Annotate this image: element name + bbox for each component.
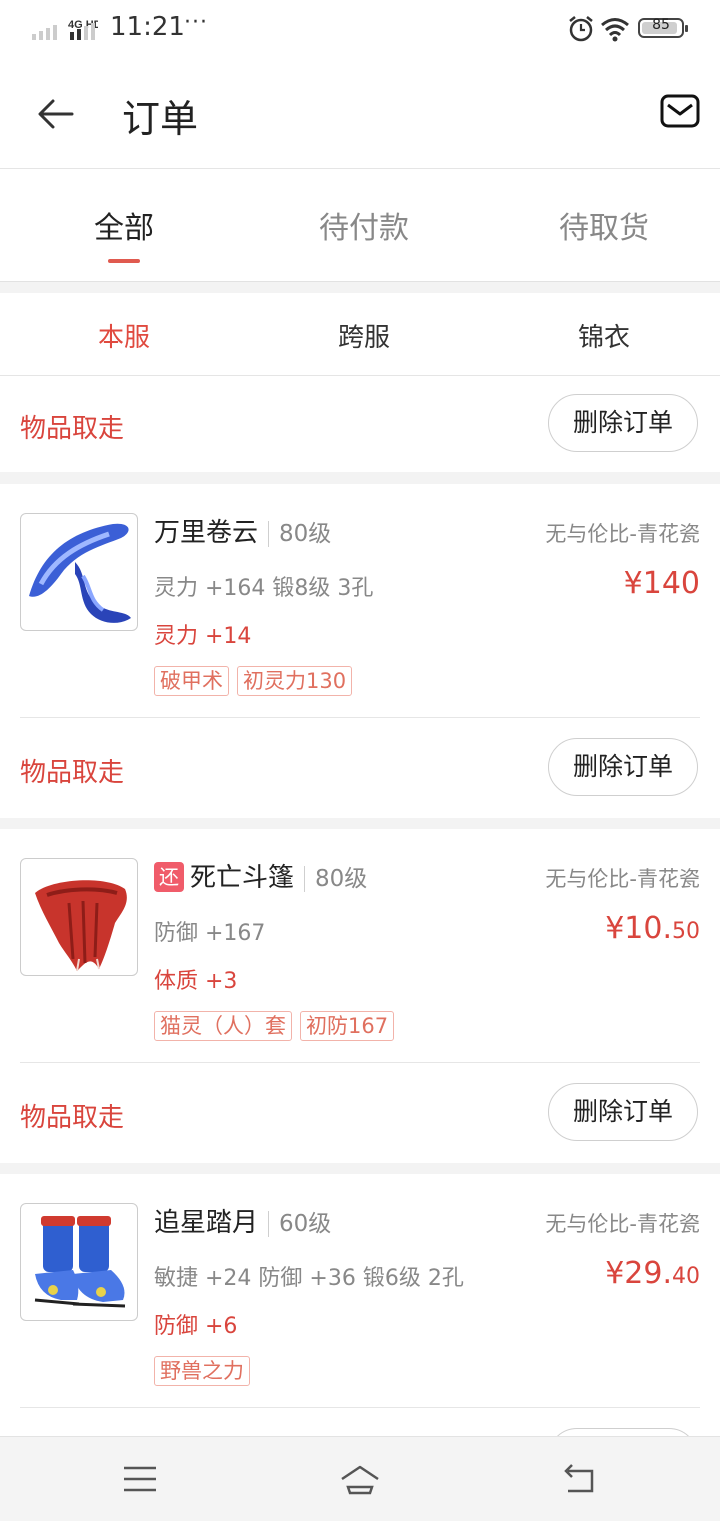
mail-icon[interactable] [660,94,700,128]
item-level: 80级 [304,866,368,892]
item-tag: 猫灵（人）套 [154,1011,292,1041]
item-tags: 猫灵（人）套 初防167 [154,1011,402,1041]
item-attributes: 防御 +167 [154,921,266,946]
subtab-costume[interactable]: 锦衣 [484,317,720,354]
battery-icon: 85 [638,17,688,38]
boots-icon [34,1216,126,1308]
delete-order-button[interactable]: 删除订单 [548,738,698,796]
item-name-row: 追星踏月 60级 [154,1202,332,1239]
item-attributes: 敏捷 +24 防御 +36 锻6级 2孔 [154,1266,464,1291]
item-image[interactable] [20,1203,138,1321]
price-cents: 40 [672,1264,700,1289]
item-price: ¥140 [624,566,700,601]
header: 订单 [0,60,720,169]
item-name: 死亡斗篷 [190,863,295,893]
delete-order-button[interactable]: 删除订单 [548,1083,698,1141]
order-tabs: 全部 待付款 待取货 [0,169,720,282]
price-main: ¥140 [623,566,700,601]
item-tags: 野兽之力 [154,1356,258,1386]
menu-icon[interactable] [120,1459,160,1499]
subtab-cross-server[interactable]: 跨服 [244,317,484,354]
item-image[interactable] [20,513,138,631]
divider [20,1407,700,1408]
item-name-row: 还死亡斗篷 80级 [154,857,368,894]
order-card: 万里卷云 80级 无与伦比-青花瓷 灵力 +164 锻8级 3孔 ¥140 灵力 … [0,484,720,818]
price-main: ¥29. [605,1256,672,1291]
item-tag: 初灵力130 [237,666,353,696]
tab-pending-payment[interactable]: 待付款 [244,203,484,247]
price-main: ¥10. [605,911,672,946]
cloak-icon [35,880,127,972]
delete-order-button-partial[interactable] [548,1428,698,1436]
order-card: 还死亡斗篷 80级 无与伦比-青花瓷 防御 +167 ¥10.50 体质 +3 猫… [0,829,720,1163]
order-card: 追星踏月 60级 无与伦比-青花瓷 敏捷 +24 防御 +36 锻6级 2孔 ¥2… [0,1174,720,1436]
order-status: 物品取走 [20,1103,125,1133]
item-level: 80级 [268,521,332,547]
order-status: 物品取走 [20,414,125,444]
order-status: 物品取走 [20,758,125,788]
item-extra-attribute: 灵力 +14 [154,624,252,649]
page-title: 订单 [122,97,199,141]
server-name: 无与伦比-青花瓷 [545,867,700,891]
delete-order-button[interactable]: 删除订单 [548,394,698,452]
item-extra-attribute: 防御 +6 [154,1314,238,1339]
back-nav-icon[interactable] [560,1459,600,1499]
scarf-icon [29,523,131,623]
tab-active-indicator [108,259,140,263]
item-level: 60级 [268,1211,332,1237]
item-tag: 破甲术 [154,666,229,696]
item-image[interactable] [20,858,138,976]
system-navigation-bar [0,1436,720,1521]
item-tag: 初防167 [300,1011,395,1041]
item-tags: 破甲术 初灵力130 [154,666,360,696]
subtab-local-server[interactable]: 本服 [4,317,244,354]
tab-all[interactable]: 全部 [4,203,244,247]
divider [20,717,700,718]
server-name: 无与伦比-青花瓷 [545,522,700,546]
item-attributes: 灵力 +164 锻8级 3孔 [154,576,374,601]
item-name-row: 万里卷云 80级 [154,512,332,549]
status-time: 11:21 [110,12,185,42]
item-name: 追星踏月 [154,1208,259,1238]
back-arrow-icon[interactable] [36,94,76,134]
server-tabs: 本服 跨服 锦衣 [0,293,720,376]
wifi-icon [601,18,629,42]
signal-icon: 4G HD [32,20,98,40]
status-bar: 4G HD 11:21 ··· 85 [0,0,720,60]
item-tag: 野兽之力 [154,1356,250,1386]
item-price: ¥29.40 [605,1256,700,1291]
item-name: 万里卷云 [154,518,259,548]
divider [20,1062,700,1063]
item-extra-attribute: 体质 +3 [154,969,238,994]
item-price: ¥10.50 [605,911,700,946]
status-more-indicator: ··· [184,10,208,35]
order-card: 物品取走 删除订单 [0,376,720,472]
bargain-badge: 还 [154,862,184,892]
alarm-icon [569,16,593,42]
home-icon[interactable] [338,1459,382,1499]
battery-level: 85 [652,17,670,33]
price-cents: 50 [672,919,700,944]
server-name: 无与伦比-青花瓷 [545,1212,700,1236]
tab-pending-pickup[interactable]: 待取货 [484,203,720,247]
